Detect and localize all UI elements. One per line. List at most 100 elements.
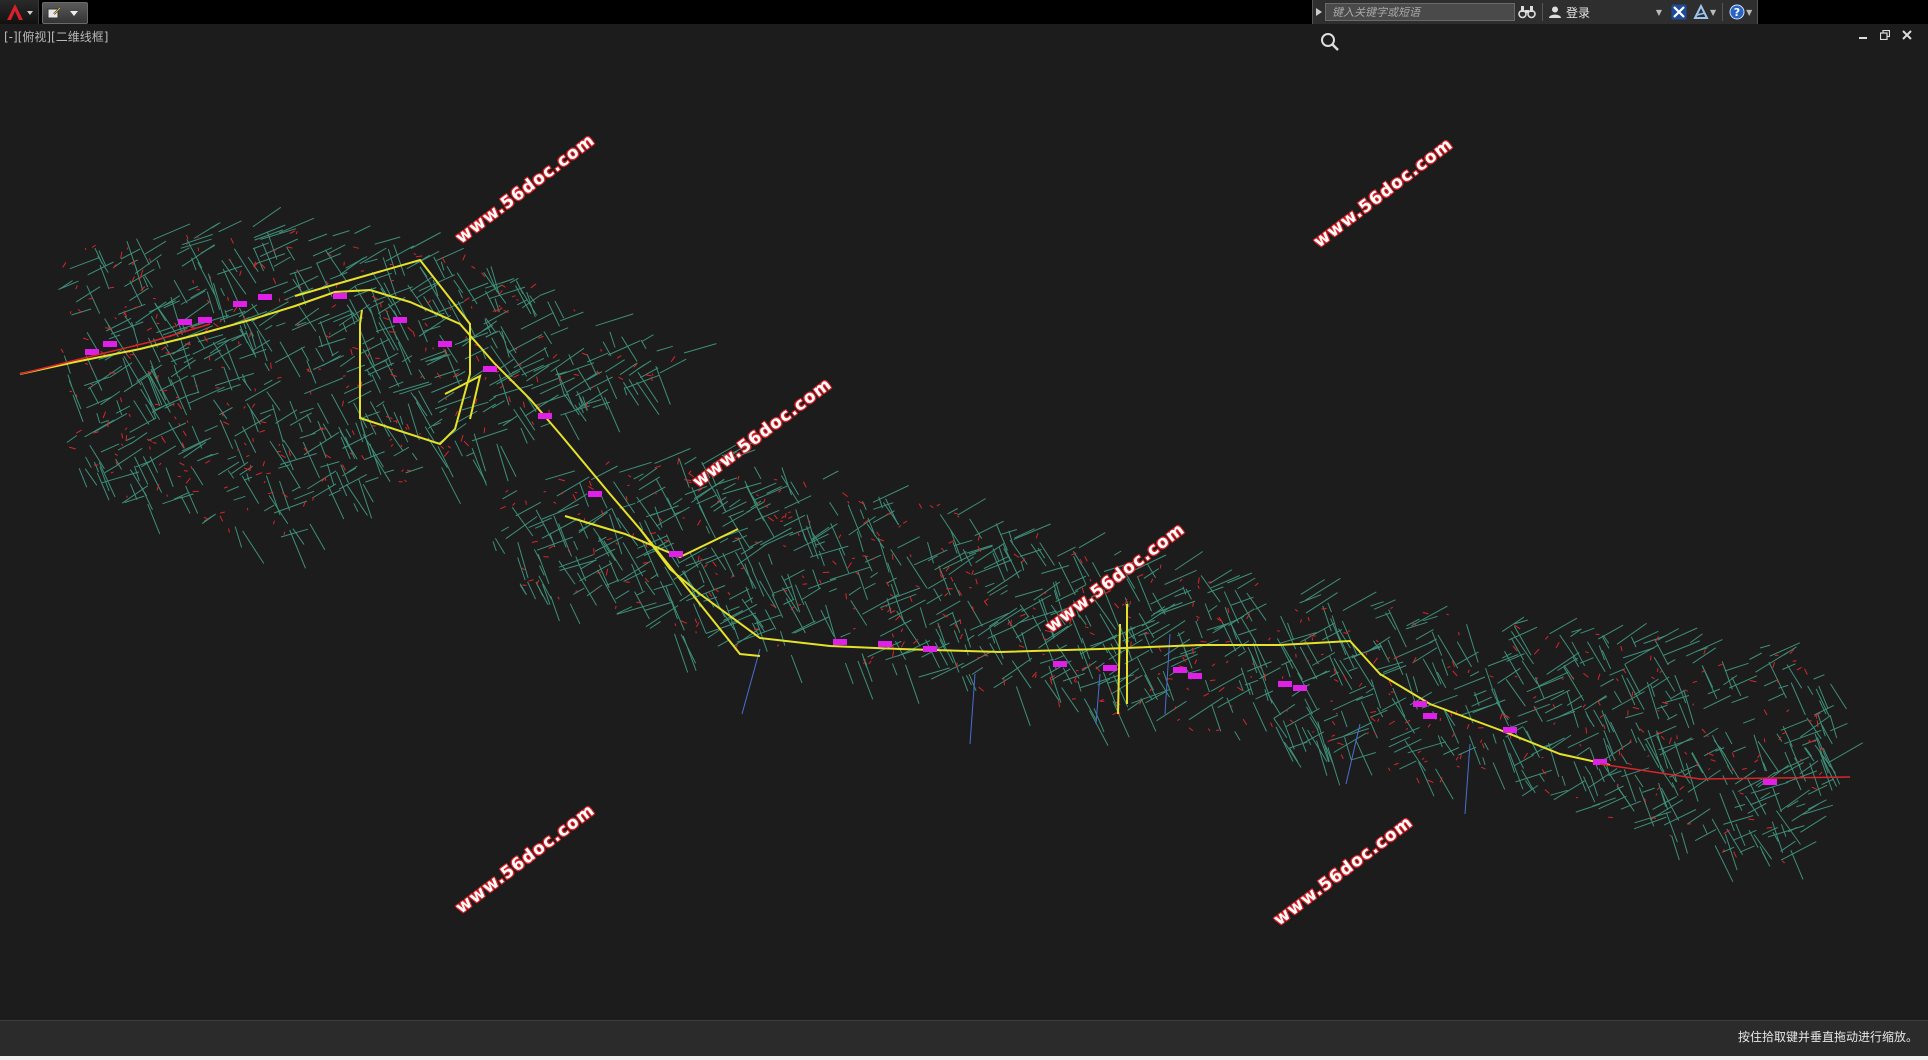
red-dash <box>1211 663 1216 667</box>
quick-access-dropdown[interactable] <box>65 4 83 22</box>
street-segment <box>649 620 661 629</box>
station-marker <box>1278 681 1292 687</box>
street-segment <box>116 447 143 466</box>
street-segment <box>1210 575 1240 589</box>
street-segment <box>859 509 865 520</box>
street-segment <box>953 582 961 597</box>
red-dash <box>891 633 894 638</box>
street-segment <box>891 663 898 676</box>
red-dash <box>420 375 424 379</box>
red-dash <box>1655 793 1658 796</box>
red-dash <box>161 346 166 351</box>
red-dash <box>1312 731 1315 733</box>
street-segment <box>299 432 316 439</box>
street-segment <box>1223 591 1240 624</box>
street-segment <box>1156 700 1187 722</box>
street-segment <box>319 441 327 459</box>
street-segment <box>239 325 248 344</box>
red-dash <box>465 336 468 339</box>
street-segment <box>282 439 297 460</box>
street-segment <box>1768 692 1785 702</box>
red-dash <box>1561 678 1564 680</box>
cad-drawing-canvas[interactable] <box>0 24 1928 1020</box>
street-segment <box>1208 605 1218 613</box>
red-dash <box>286 246 293 249</box>
workspace-icon[interactable] <box>43 4 65 22</box>
red-dash <box>618 376 624 381</box>
red-dash <box>361 455 366 461</box>
street-segment <box>1468 735 1481 765</box>
street-segment <box>1725 731 1733 745</box>
red-dash <box>128 413 131 418</box>
infocenter-expand-arrow[interactable] <box>1313 1 1325 23</box>
red-dash <box>243 442 247 446</box>
red-dash <box>272 277 277 284</box>
drawing-viewport[interactable]: [-][俯视][二维线框] www.56doc.com www.56doc.co… <box>0 24 1928 1020</box>
street-segment <box>1381 697 1407 712</box>
infocenter-search-input[interactable] <box>1325 3 1515 21</box>
red-dash <box>401 469 404 473</box>
red-dash <box>522 401 525 408</box>
street-segment <box>309 523 326 551</box>
red-dash <box>462 254 466 261</box>
autodesk-360-button[interactable]: ▼ <box>1690 1 1719 23</box>
close-button[interactable] <box>1900 28 1914 42</box>
red-dash <box>1781 860 1786 864</box>
minimize-button[interactable] <box>1856 28 1870 42</box>
street-segment <box>1388 736 1411 748</box>
street-segment <box>1227 572 1253 584</box>
street-segment <box>1305 592 1338 614</box>
sign-in-button[interactable]: 登录 ▼ <box>1546 4 1668 21</box>
street-segment <box>1435 768 1454 800</box>
red-dash <box>1763 738 1766 743</box>
street-segment <box>1012 615 1030 628</box>
autodesk-a-icon <box>1693 4 1709 19</box>
street-segment <box>133 400 150 425</box>
street-segment <box>604 359 625 373</box>
separator <box>1722 3 1724 21</box>
street-segment <box>1671 782 1679 796</box>
street-segment <box>1441 658 1449 676</box>
red-dash <box>1337 742 1344 746</box>
street-segment <box>168 421 185 449</box>
red-dash <box>983 598 989 603</box>
street-segment <box>537 553 550 584</box>
street-segment <box>85 456 92 468</box>
street-segment <box>1150 657 1177 671</box>
street-segment <box>141 445 177 468</box>
red-dash <box>395 420 398 424</box>
application-menu-button[interactable] <box>0 0 39 24</box>
street-segment <box>1678 703 1690 729</box>
street-segment <box>1089 710 1109 746</box>
exchange-apps-button[interactable] <box>1668 1 1690 23</box>
street-segment <box>1399 760 1417 770</box>
separator <box>1542 3 1543 21</box>
red-dash <box>1058 700 1060 708</box>
street-segment <box>339 355 356 368</box>
red-dash <box>572 494 577 501</box>
street-segment <box>717 639 729 647</box>
help-button[interactable]: ? ▼ <box>1726 1 1755 23</box>
red-dash <box>1137 574 1144 578</box>
red-dash <box>1660 735 1665 740</box>
street-segment <box>253 224 286 239</box>
street-segment <box>192 468 204 486</box>
street-segment <box>1485 667 1494 690</box>
red-dash <box>1553 722 1556 725</box>
red-dash <box>1514 675 1518 678</box>
search-button[interactable] <box>1515 1 1539 23</box>
street-segment <box>1244 679 1259 686</box>
red-dash <box>900 641 905 648</box>
street-segment <box>1131 688 1171 704</box>
street-segment <box>783 514 806 527</box>
red-dash <box>149 446 151 450</box>
red-dash <box>183 470 188 472</box>
viewport-window-controls <box>1856 28 1914 42</box>
street-segment <box>223 366 233 391</box>
street-segment <box>211 222 221 229</box>
street-segment <box>1666 659 1676 665</box>
street-segment <box>806 525 819 560</box>
street-segment <box>1722 775 1728 786</box>
restore-button[interactable] <box>1878 28 1892 42</box>
street-segment <box>1176 630 1185 637</box>
